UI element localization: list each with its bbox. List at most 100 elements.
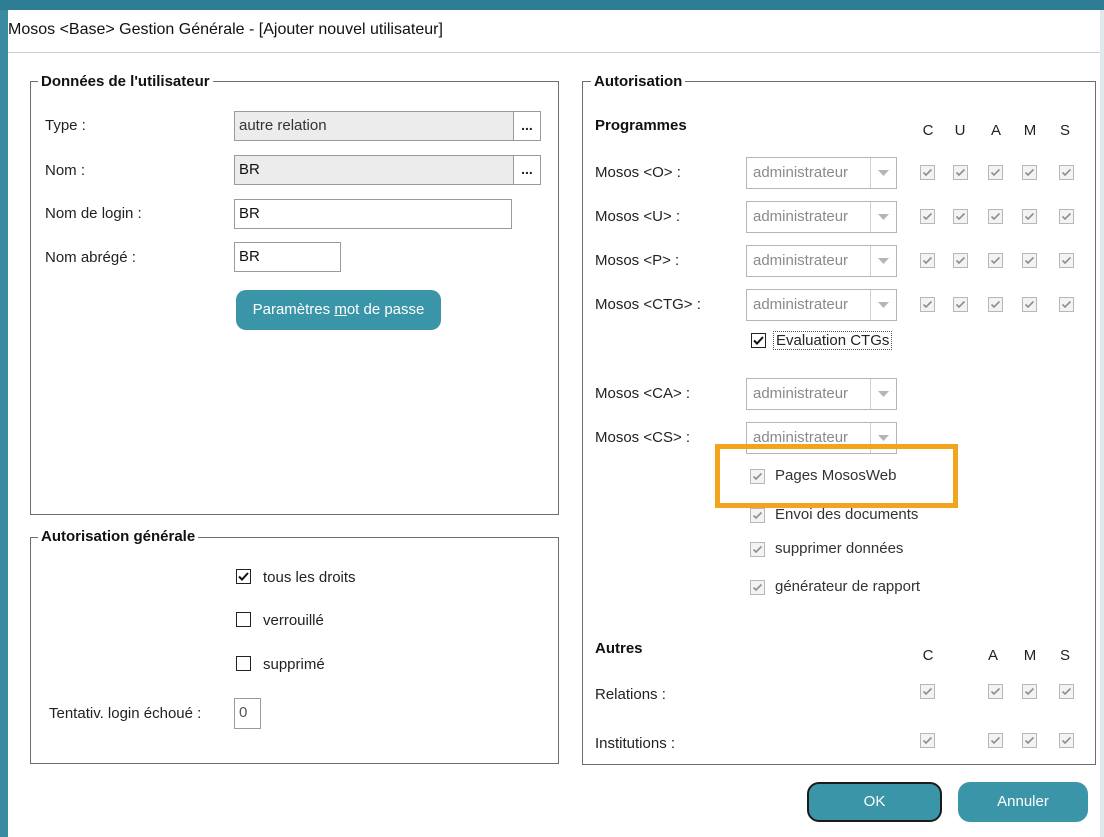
perm-checkbox-c[interactable] [920,165,935,180]
window-title: Mosos <Base> Gestion Générale - [Ajouter… [8,21,443,38]
login-input[interactable]: BR [234,199,512,229]
program-label: Mosos <CA> : [595,385,691,402]
type-browse-button[interactable]: ... [513,111,541,141]
password-button-mnemonic: m [334,301,347,318]
perm-checkbox-m[interactable] [1022,209,1037,224]
perm-checkbox-u[interactable] [953,165,968,180]
others-heading: Autres [595,640,643,657]
perm-checkbox-u[interactable] [953,209,968,224]
nom-field[interactable]: BR [234,155,514,185]
highlight-box [715,444,958,508]
programs-heading: Programmes [595,117,687,134]
window-frame-right [1100,10,1104,837]
general-auth-legend: Autorisation générale [38,528,199,545]
password-button-text-post: ot de passe [346,301,425,318]
chevron-down-icon[interactable] [870,379,896,409]
perm-checkbox-a[interactable] [988,209,1003,224]
perm-checkbox-c[interactable] [920,253,935,268]
others-header-m: M [1023,647,1037,664]
window-frame-left [0,10,8,837]
chevron-down-icon[interactable] [870,158,896,188]
program-label: Mosos <O> : [595,164,681,181]
program-role-value: administrateur [753,208,849,225]
perm-checkbox-a[interactable] [988,253,1003,268]
perm-checkbox-c[interactable] [920,209,935,224]
ok-button[interactable]: OK [807,782,942,822]
perm-header-c: C [922,122,934,139]
perm-header-m: M [1023,122,1037,139]
login-label: Nom de login : [45,205,142,222]
extra-option-checkbox[interactable] [750,580,765,595]
chevron-down-icon[interactable] [870,246,896,276]
nom-label: Nom : [45,162,86,179]
extra-option-label: Envoi des documents [775,506,919,523]
other-perm-checkbox-s[interactable] [1059,684,1074,699]
all-rights-label: tous les droits [263,569,356,586]
perm-checkbox-m[interactable] [1022,297,1037,312]
program-role-value: administrateur [753,164,849,181]
program-role-select[interactable]: administrateur [746,289,897,321]
all-rights-checkbox[interactable] [236,569,251,584]
perm-checkbox-m[interactable] [1022,165,1037,180]
perm-checkbox-s[interactable] [1059,209,1074,224]
perm-checkbox-s[interactable] [1059,253,1074,268]
extra-option-checkbox[interactable] [750,508,765,523]
perm-checkbox-a[interactable] [988,297,1003,312]
other-perm-checkbox-c[interactable] [920,733,935,748]
abbr-label: Nom abrégé : [45,249,136,266]
program-role-select[interactable]: administrateur [746,201,897,233]
password-button-text-pre: Paramètres [252,301,335,318]
perm-checkbox-u[interactable] [953,297,968,312]
other-perm-checkbox-s[interactable] [1059,733,1074,748]
type-label: Type : [45,117,86,134]
program-label: Mosos <CS> : [595,429,691,446]
user-data-legend: Données de l'utilisateur [38,73,213,90]
other-perm-checkbox-m[interactable] [1022,684,1037,699]
deleted-label: supprimé [263,656,325,673]
perm-checkbox-a[interactable] [988,165,1003,180]
extra-option-checkbox[interactable] [750,542,765,557]
others-header-c: C [922,647,934,664]
extra-option-label: supprimer données [775,540,904,557]
program-label: Mosos <CTG> : [595,296,701,313]
perm-header-s: S [1059,122,1070,139]
type-field[interactable]: autre relation [234,111,514,141]
perm-checkbox-u[interactable] [953,253,968,268]
perm-checkbox-m[interactable] [1022,253,1037,268]
others-header-s: S [1059,647,1070,664]
failed-login-label: Tentativ. login échoué : [49,705,202,722]
chevron-down-icon[interactable] [870,290,896,320]
ctg-eval-checkbox[interactable] [751,333,766,348]
perm-checkbox-s[interactable] [1059,165,1074,180]
perm-header-a: A [990,122,1001,139]
program-label: Mosos <U> : [595,208,681,225]
program-role-select[interactable]: administrateur [746,245,897,277]
other-perm-checkbox-a[interactable] [988,684,1003,699]
failed-login-field[interactable]: 0 [234,698,261,729]
program-label: Mosos <P> : [595,252,680,269]
locked-label: verrouillé [263,612,324,629]
deleted-checkbox[interactable] [236,656,251,671]
others-header-a: A [987,647,998,664]
other-label: Institutions : [595,735,676,752]
abbr-input[interactable]: BR [234,242,341,272]
other-perm-checkbox-a[interactable] [988,733,1003,748]
program-role-value: administrateur [753,296,849,313]
other-perm-checkbox-c[interactable] [920,684,935,699]
ctg-eval-label: Evaluation CTGs [773,331,893,350]
cancel-button[interactable]: Annuler [958,782,1088,822]
perm-checkbox-s[interactable] [1059,297,1074,312]
password-settings-button[interactable]: Paramètres mot de passe [236,290,441,330]
nom-browse-button[interactable]: ... [513,155,541,185]
locked-checkbox[interactable] [236,612,251,627]
program-role-select[interactable]: administrateur [746,378,897,410]
perm-header-u: U [954,122,966,139]
program-role-value: administrateur [753,252,849,269]
perm-checkbox-c[interactable] [920,297,935,312]
chevron-down-icon[interactable] [870,202,896,232]
other-perm-checkbox-m[interactable] [1022,733,1037,748]
program-role-select[interactable]: administrateur [746,157,897,189]
window-frame-top [0,0,1104,10]
extra-option-label: générateur de rapport [775,578,921,595]
other-label: Relations : [595,686,666,703]
